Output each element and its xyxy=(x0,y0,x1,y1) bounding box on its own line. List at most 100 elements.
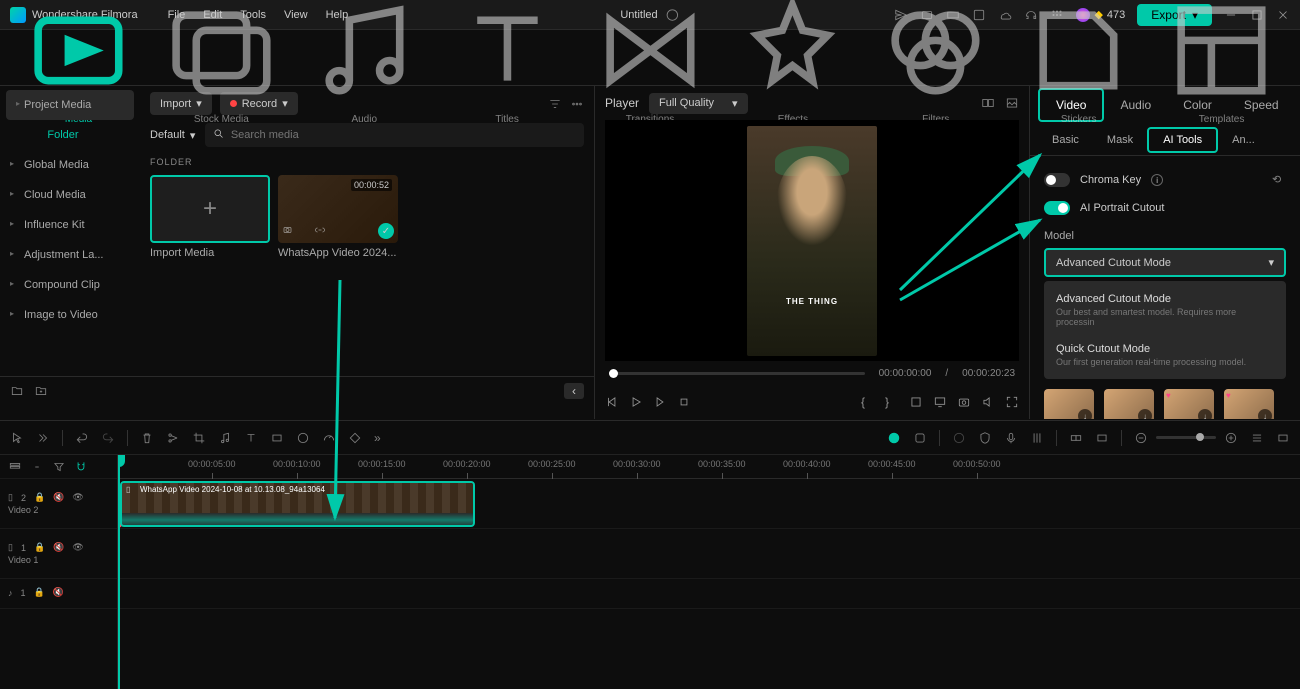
player-viewport[interactable]: THE THING xyxy=(605,120,1019,361)
volume-icon[interactable] xyxy=(981,395,995,409)
picture-icon[interactable] xyxy=(1005,96,1019,110)
magnet-icon[interactable] xyxy=(74,460,88,474)
style-dashed[interactable]: ♥↓Dashed ... xyxy=(1224,389,1274,419)
collapse-panel-button[interactable]: ‹ xyxy=(564,383,584,399)
lock-icon[interactable]: 🔒 xyxy=(34,542,45,553)
more-tools-icon[interactable]: » xyxy=(374,431,388,445)
marker-icon[interactable] xyxy=(952,431,966,445)
more-icon[interactable] xyxy=(570,97,584,111)
cursor-tool-icon[interactable] xyxy=(10,431,24,445)
zoom-handle[interactable] xyxy=(1196,433,1204,441)
module-templates[interactable]: Templates xyxy=(1161,0,1282,125)
track-menu-icon[interactable] xyxy=(8,460,22,474)
subtab-ai-tools[interactable]: AI Tools xyxy=(1147,127,1218,153)
timeline-clip[interactable]: ▯ WhatsApp Video 2024-10-08 at 10.13.08_… xyxy=(120,481,475,527)
fit-icon[interactable] xyxy=(1276,431,1290,445)
sort-dropdown[interactable]: Default ▾ xyxy=(150,127,195,144)
model-option-quick[interactable]: Quick Cutout Mode Our first generation r… xyxy=(1044,335,1286,375)
nav-influence-kit[interactable]: Influence Kit xyxy=(0,210,140,240)
track-head-audio[interactable]: ♪ 1 🔒 🔇 xyxy=(0,579,117,609)
lock-icon[interactable]: 🔒 xyxy=(34,492,45,503)
cloud-icon[interactable] xyxy=(998,8,1012,22)
group-icon[interactable] xyxy=(1069,431,1083,445)
filter-icon[interactable] xyxy=(548,97,562,111)
reset-chroma-icon[interactable]: ⟲ xyxy=(1272,173,1286,187)
color-icon[interactable] xyxy=(296,431,310,445)
subtab-basic[interactable]: Basic xyxy=(1038,129,1093,151)
module-audio[interactable]: Audio xyxy=(304,0,425,125)
delete-icon[interactable] xyxy=(140,431,154,445)
display-icon[interactable] xyxy=(933,395,947,409)
module-effects[interactable]: Effects xyxy=(732,0,853,125)
model-select[interactable]: Advanced Cutout Mode ▾ xyxy=(1044,248,1286,277)
zoom-slider[interactable] xyxy=(1156,436,1216,439)
text-icon[interactable] xyxy=(244,431,258,445)
eye-icon[interactable]: 👁 xyxy=(72,542,83,553)
timeline-ruler[interactable]: 00:00:05:00 00:00:10:00 00:00:15:00 00:0… xyxy=(118,455,1300,479)
mute-icon[interactable]: 🔇 xyxy=(53,587,64,598)
redo-icon[interactable] xyxy=(101,431,115,445)
marker-menu-icon[interactable] xyxy=(909,395,923,409)
list-view-icon[interactable] xyxy=(1250,431,1264,445)
nav-compound-clip[interactable]: Compound Clip xyxy=(0,270,140,300)
undo-icon[interactable] xyxy=(75,431,89,445)
eye-icon[interactable]: 👁 xyxy=(72,492,83,503)
mute-icon[interactable]: 🔇 xyxy=(53,542,64,553)
keyframe-icon[interactable] xyxy=(348,431,362,445)
shield-icon[interactable] xyxy=(978,431,992,445)
nav-cloud-media[interactable]: Cloud Media xyxy=(0,180,140,210)
track-lane-audio[interactable] xyxy=(118,579,1300,609)
smart-icon[interactable] xyxy=(913,431,927,445)
lock-icon[interactable]: 🔒 xyxy=(34,587,45,598)
compare-icon[interactable] xyxy=(981,96,995,110)
media-clip-tile[interactable]: 00:00:52 ✓ WhatsApp Video 2024... xyxy=(278,175,398,259)
chroma-key-toggle[interactable] xyxy=(1044,173,1070,187)
scrub-handle[interactable] xyxy=(609,369,618,378)
ai-portrait-toggle[interactable] xyxy=(1044,201,1070,215)
playhead[interactable] xyxy=(118,455,120,689)
info-icon[interactable]: i xyxy=(1151,174,1163,186)
speed-icon[interactable] xyxy=(270,431,284,445)
search-input[interactable] xyxy=(205,123,584,147)
module-stickers[interactable]: Stickers xyxy=(1018,0,1139,125)
nav-global-media[interactable]: Global Media xyxy=(0,150,140,180)
style-neon[interactable]: ↓Neon Bo... xyxy=(1044,389,1094,419)
nav-project-media[interactable]: Project Media xyxy=(6,90,134,120)
subtab-mask[interactable]: Mask xyxy=(1093,129,1147,151)
module-stock-media[interactable]: Stock Media xyxy=(161,0,282,125)
crop-icon[interactable] xyxy=(192,431,206,445)
module-filters[interactable]: Filters xyxy=(875,0,996,125)
mixer-icon[interactable] xyxy=(1030,431,1044,445)
nav-adjustment-layer[interactable]: Adjustment La... xyxy=(0,240,140,270)
module-transitions[interactable]: Transitions xyxy=(590,0,711,125)
speedometer-icon[interactable] xyxy=(322,431,336,445)
mark-in-icon[interactable]: { xyxy=(861,395,875,409)
mute-icon[interactable]: 🔇 xyxy=(53,492,64,503)
scrub-bar[interactable] xyxy=(609,372,865,375)
zoom-out-icon[interactable] xyxy=(1134,431,1148,445)
track-head-video2[interactable]: ▯ 2 🔒 🔇 👁 Video 2 xyxy=(0,479,117,529)
stop-icon[interactable] xyxy=(677,395,691,409)
mic-icon[interactable] xyxy=(1004,431,1018,445)
import-media-tile[interactable]: + Import Media xyxy=(150,175,270,259)
play-icon[interactable] xyxy=(629,395,643,409)
snapshot-icon[interactable] xyxy=(957,395,971,409)
track-filter-icon[interactable] xyxy=(52,460,66,474)
prev-frame-icon[interactable] xyxy=(605,395,619,409)
zoom-in-icon[interactable] xyxy=(1224,431,1238,445)
nav-image-to-video[interactable]: Image to Video xyxy=(0,300,140,330)
fullscreen-icon[interactable] xyxy=(1005,395,1019,409)
track-link-icon[interactable] xyxy=(30,460,44,474)
nav-folder[interactable]: Folder xyxy=(0,120,140,150)
track-head-video1[interactable]: ▯ 1 🔒 🔇 👁 Video 1 xyxy=(0,529,117,579)
mark-out-icon[interactable]: } xyxy=(885,395,899,409)
split-icon[interactable] xyxy=(166,431,180,445)
track-lane-video1[interactable] xyxy=(118,529,1300,579)
ai-badge-icon[interactable] xyxy=(887,431,901,445)
style-solid[interactable]: ♥↓Solid Bor... xyxy=(1164,389,1214,419)
track-lane-video2[interactable]: ▯ WhatsApp Video 2024-10-08 at 10.13.08_… xyxy=(118,479,1300,529)
aspect-icon[interactable] xyxy=(1095,431,1109,445)
subtab-animation[interactable]: An... xyxy=(1218,129,1269,151)
model-option-advanced[interactable]: Advanced Cutout Mode Our best and smarte… xyxy=(1044,285,1286,335)
new-folder-icon[interactable] xyxy=(10,384,24,398)
